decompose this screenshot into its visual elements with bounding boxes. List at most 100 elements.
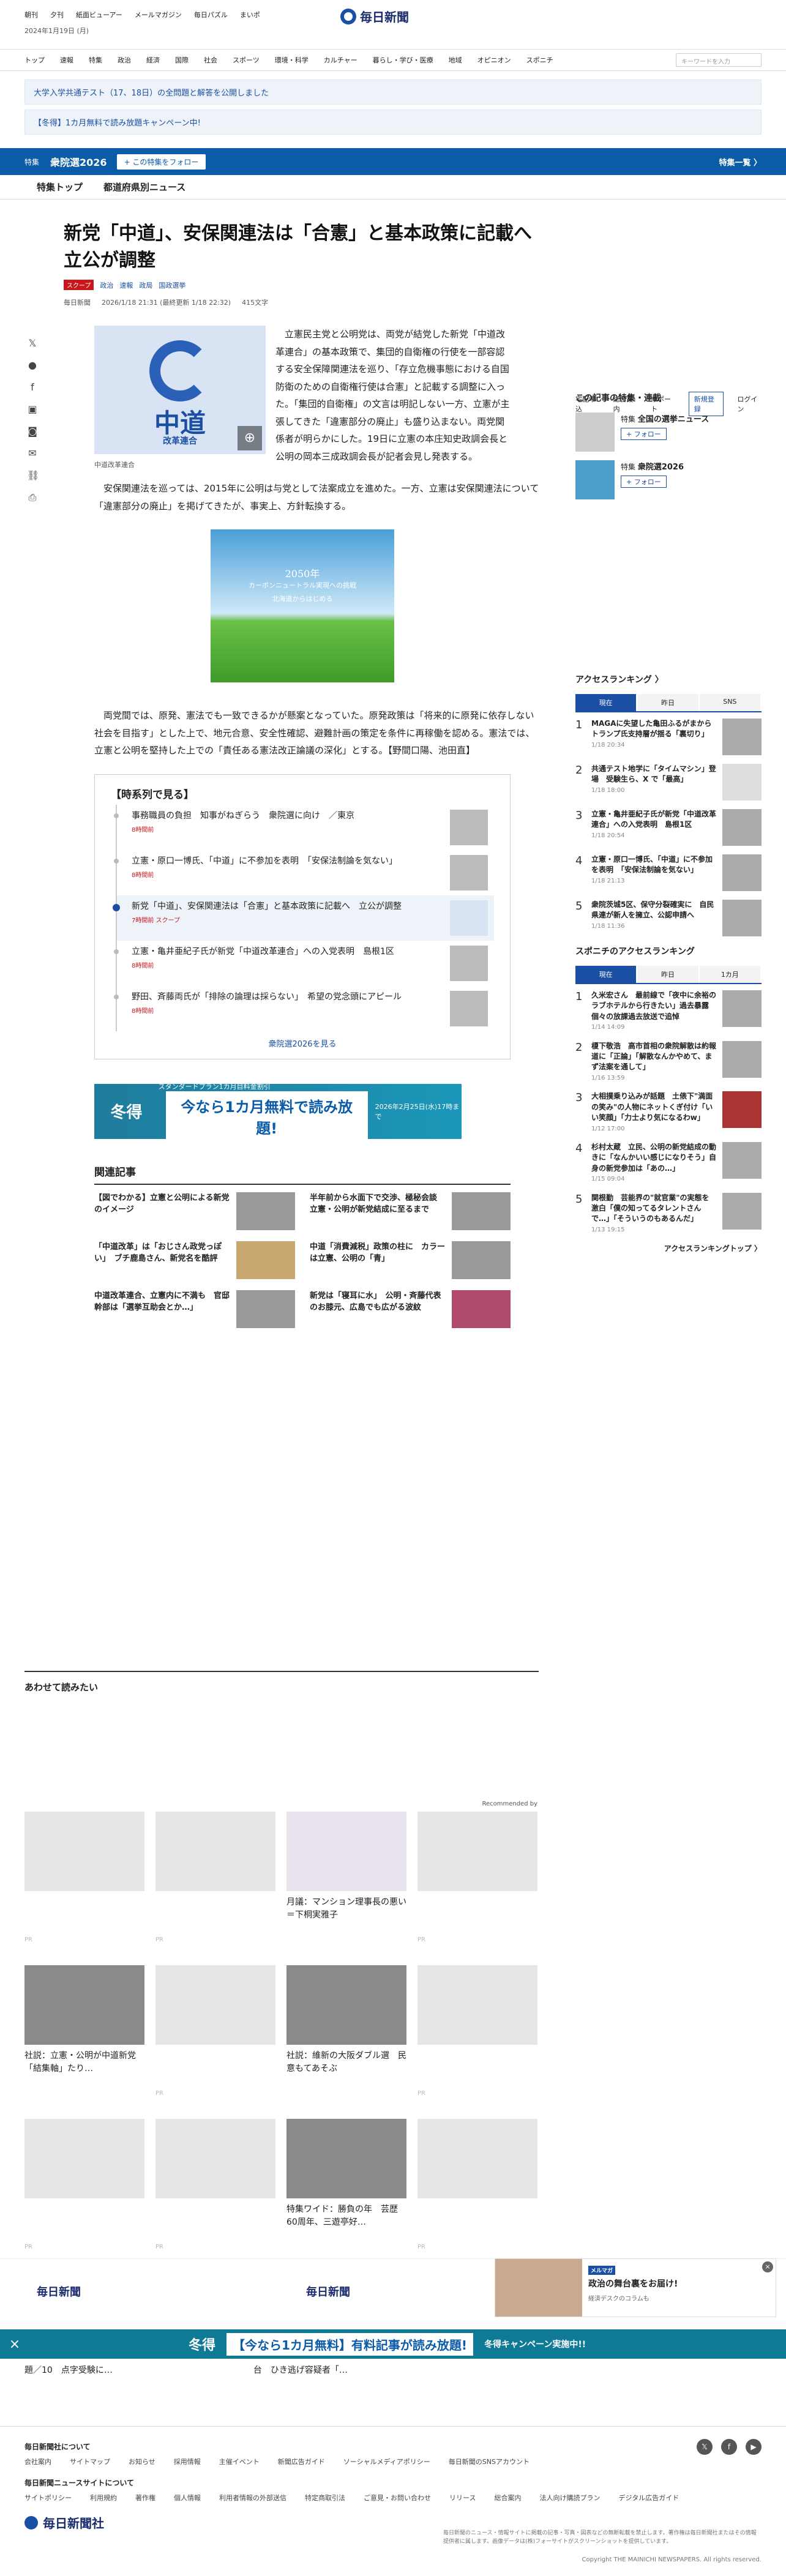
sticky-campaign-bar[interactable]: × 冬得 【今なら1カ月無料】有料記事が読み放題! 冬得キャンペーン実施中!! — [0, 2329, 786, 2359]
top-link-evening[interactable]: 夕刊 — [50, 10, 64, 20]
read-card[interactable]: PR — [24, 1812, 144, 1943]
site-logo[interactable]: 毎日新聞 — [340, 7, 409, 25]
hatena-share-icon[interactable]: ● — [27, 360, 38, 371]
ranking-tab-sns[interactable]: SNS — [699, 694, 760, 711]
footer-link[interactable]: 利用者情報の外部送信 — [219, 2493, 286, 2503]
feature-follow-button[interactable]: + フォロー — [621, 428, 667, 440]
footer-link[interactable]: デジタル広告ガイド — [618, 2493, 679, 2503]
footer-link[interactable]: お知らせ — [129, 2457, 155, 2466]
x-icon[interactable]: 𝕏 — [697, 2439, 713, 2455]
youtube-icon[interactable]: ▶ — [746, 2439, 762, 2455]
footer-link[interactable]: 採用情報 — [174, 2457, 201, 2466]
nav-politics[interactable]: 政治 — [118, 55, 131, 65]
nav-economy[interactable]: 経済 — [146, 55, 160, 65]
footer-link[interactable]: 会社案内 — [24, 2457, 51, 2466]
facebook-share-icon[interactable]: f — [27, 382, 38, 393]
footer-link[interactable]: 法人向け購読プラン — [539, 2493, 600, 2503]
tag-election[interactable]: 国政選挙 — [159, 280, 185, 290]
feature-card[interactable]: 特集 全国の選挙ニュース + フォロー — [575, 413, 762, 452]
read-card[interactable]: PR — [417, 2119, 537, 2250]
feature-card[interactable]: 特集 衆院選2026 + フォロー — [575, 460, 762, 499]
tag-politics[interactable]: 政治 — [100, 280, 113, 290]
zoom-icon[interactable]: ⊕ — [238, 426, 262, 450]
inline-ad[interactable]: 2050年 カーボンニュートラル実現への挑戦 北海道からはじめる — [211, 529, 394, 682]
subnav-feature-top[interactable]: 特集トップ — [37, 181, 83, 193]
nav-sports[interactable]: スポーツ — [233, 55, 260, 65]
ranking-top-link[interactable]: アクセスランキングトップ 〉 — [575, 1243, 762, 1253]
read-card[interactable]: PR — [155, 2119, 275, 2250]
ranking-title[interactable]: アクセスランキング 〉 — [575, 673, 762, 685]
read-card[interactable]: 社説：立憲・公明が中道新党 「結集軸」たり… — [24, 1965, 144, 2097]
search-input[interactable]: キーワードを入力 — [676, 53, 762, 67]
nav-feature[interactable]: 特集 — [89, 55, 102, 65]
footer-link[interactable]: 総合案内 — [494, 2493, 521, 2503]
footer-link[interactable]: 個人情報 — [174, 2493, 201, 2503]
link-copy-icon[interactable]: ⛓ — [27, 470, 39, 481]
read-card[interactable]: 特集ワイド：勝負の年 芸歴60周年、三遊亭好… — [286, 2119, 406, 2250]
top-link-morning[interactable]: 朝刊 — [24, 10, 38, 20]
sponichi-tab-now[interactable]: 現在 — [575, 966, 637, 983]
feature-list-link[interactable]: 特集一覧 〉 — [719, 156, 762, 168]
top-link-maipo[interactable]: まいポ — [240, 10, 260, 20]
nav-life[interactable]: 暮らし・学び・医療 — [373, 55, 433, 65]
print-icon[interactable]: ⎙ — [27, 492, 38, 503]
sponichi-item[interactable]: 5 関根勤 芸能界の"就官業"の実態を激白「僕の知ってるタレントさんで…」「そうい… — [575, 1192, 762, 1235]
ad-strip-logo-right[interactable]: 毎日新聞 — [306, 2283, 350, 2299]
related-item[interactable]: 「中道改革」は「おじさん政党っぽい」 ブチ鹿島さん、新党名を酷評 — [94, 1241, 295, 1279]
feature-name[interactable]: 衆院選2026 — [50, 154, 107, 169]
top-link-mail[interactable]: メールマガジン — [135, 10, 182, 20]
ranking-item[interactable]: 5 衆院茨城5区、保守分裂確実に 自民県連が新人を擁立、公認申請へ 1/18 11:… — [575, 900, 762, 936]
mail-share-icon[interactable]: ✉ — [27, 448, 38, 459]
feature-follow-button[interactable]: + フォロー — [621, 476, 667, 488]
sponichi-tab-month[interactable]: 1カ月 — [699, 966, 760, 983]
footer-link[interactable]: サイトポリシー — [24, 2493, 72, 2503]
nav-society[interactable]: 社会 — [204, 55, 217, 65]
related-item[interactable]: 中道改革連合、立憲内に不満も 官邸幹部は「選挙互助会とか…」 — [94, 1290, 295, 1328]
close-icon[interactable]: × — [762, 2261, 773, 2272]
tag-political-situation[interactable]: 政局 — [139, 280, 152, 290]
related-item[interactable]: 半年前から水面下で交渉、極秘会談 立憲・公明が新党結成に至るまで — [310, 1192, 511, 1230]
related-item[interactable]: 新党は「寝耳に水」 公明・斉藤代表のお膝元、広島でも広がる波紋 — [310, 1290, 511, 1328]
x-share-icon[interactable]: 𝕏 — [27, 338, 38, 349]
ranking-tab-yesterday[interactable]: 昨日 — [637, 694, 698, 711]
nav-breaking[interactable]: 速報 — [60, 55, 73, 65]
read-card[interactable]: 月議：マンション理事長の悪い＝下桐実雅子 — [286, 1812, 406, 1943]
feature-follow-button[interactable]: + この特集をフォロー — [116, 154, 206, 170]
nav-culture[interactable]: カルチャー — [324, 55, 357, 65]
line-share-icon[interactable]: ◙ — [27, 426, 38, 437]
nav-top[interactable]: トップ — [24, 55, 45, 65]
read-card[interactable]: 社説：維新の大阪ダブル選 民意もてあそぶ — [286, 1965, 406, 2097]
footer-link[interactable]: 利用規約 — [90, 2493, 117, 2503]
footer-link[interactable]: 主催イベント — [219, 2457, 260, 2466]
footer-logo[interactable]: 毎日新聞社 — [24, 2514, 762, 2531]
sponichi-item[interactable]: 2 榎下敬浩 高市首相の衆院解散は約報道に「正論」「解散なんかやめて、まず法案を通… — [575, 1040, 762, 1083]
nav-region[interactable]: 地域 — [449, 55, 462, 65]
footer-link[interactable]: 新聞広告ガイド — [278, 2457, 325, 2466]
nav-world[interactable]: 国際 — [175, 55, 189, 65]
nav-opinion[interactable]: オピニオン — [477, 55, 511, 65]
footer-link[interactable]: ソーシャルメディアポリシー — [343, 2457, 430, 2466]
read-card[interactable]: PR — [24, 2119, 144, 2250]
hidden-text-1[interactable]: 題／10 点字受験に… — [24, 2364, 113, 2376]
top-link-puzzle[interactable]: 毎日パズル — [194, 10, 228, 20]
subnav-prefecture-news[interactable]: 都道府県別ニュース — [103, 181, 185, 193]
related-item[interactable]: 中道「消費減税」政策の柱に カラーは立憲、公明の「青」 — [310, 1241, 511, 1279]
hidden-text-2[interactable]: 台 ひき逃げ容疑者「… — [253, 2364, 348, 2376]
footer-link[interactable]: 著作権 — [135, 2493, 155, 2503]
nav-sponichi[interactable]: スポニチ — [526, 55, 553, 65]
read-card[interactable]: PR — [417, 1965, 537, 2097]
sponichi-item[interactable]: 3 大相撲乗り込みが話題 土俵下"満面の笑み"の人物にネットくぎ付け「いい笑顔」「… — [575, 1091, 762, 1133]
ranking-item[interactable]: 1 MAGAに失望した亀田ふるがまからトランプ氏支持層が揺る「裏切り」 1/18 2… — [575, 719, 762, 755]
ad-strip-logo-left[interactable]: 毎日新聞 — [37, 2283, 81, 2299]
footer-link[interactable]: 毎日新聞のSNSアカウント — [449, 2457, 530, 2466]
timeline-item[interactable]: 事務職員の負担 知事がねぎらう 衆院選に向け ／東京 8時間前 — [114, 804, 494, 850]
photo-image[interactable]: 中道 改革連合 ⊕ — [94, 326, 266, 454]
timeline-item[interactable]: 立憲・原口一博氏、「中道」に不参加を表明 「安保法制論を気ない」 8時間前 — [114, 849, 494, 895]
tag-breaking[interactable]: 速報 — [119, 280, 133, 290]
nav-science[interactable]: 環境・科学 — [275, 55, 309, 65]
campaign-banner[interactable]: 冬得 スタンダードプラン1カ月目料金割引 今なら1カ月無料で読み放題! 2026… — [94, 1083, 462, 1141]
top-link-viewer[interactable]: 紙面ビューアー — [76, 10, 122, 20]
read-card[interactable]: PR — [417, 1812, 537, 1943]
ranking-tab-now[interactable]: 現在 — [575, 694, 637, 711]
ranking-item[interactable]: 4 立憲・原口一博氏、「中道」に不参加を表明 「安保法制論を気ない」 1/18 21… — [575, 854, 762, 891]
